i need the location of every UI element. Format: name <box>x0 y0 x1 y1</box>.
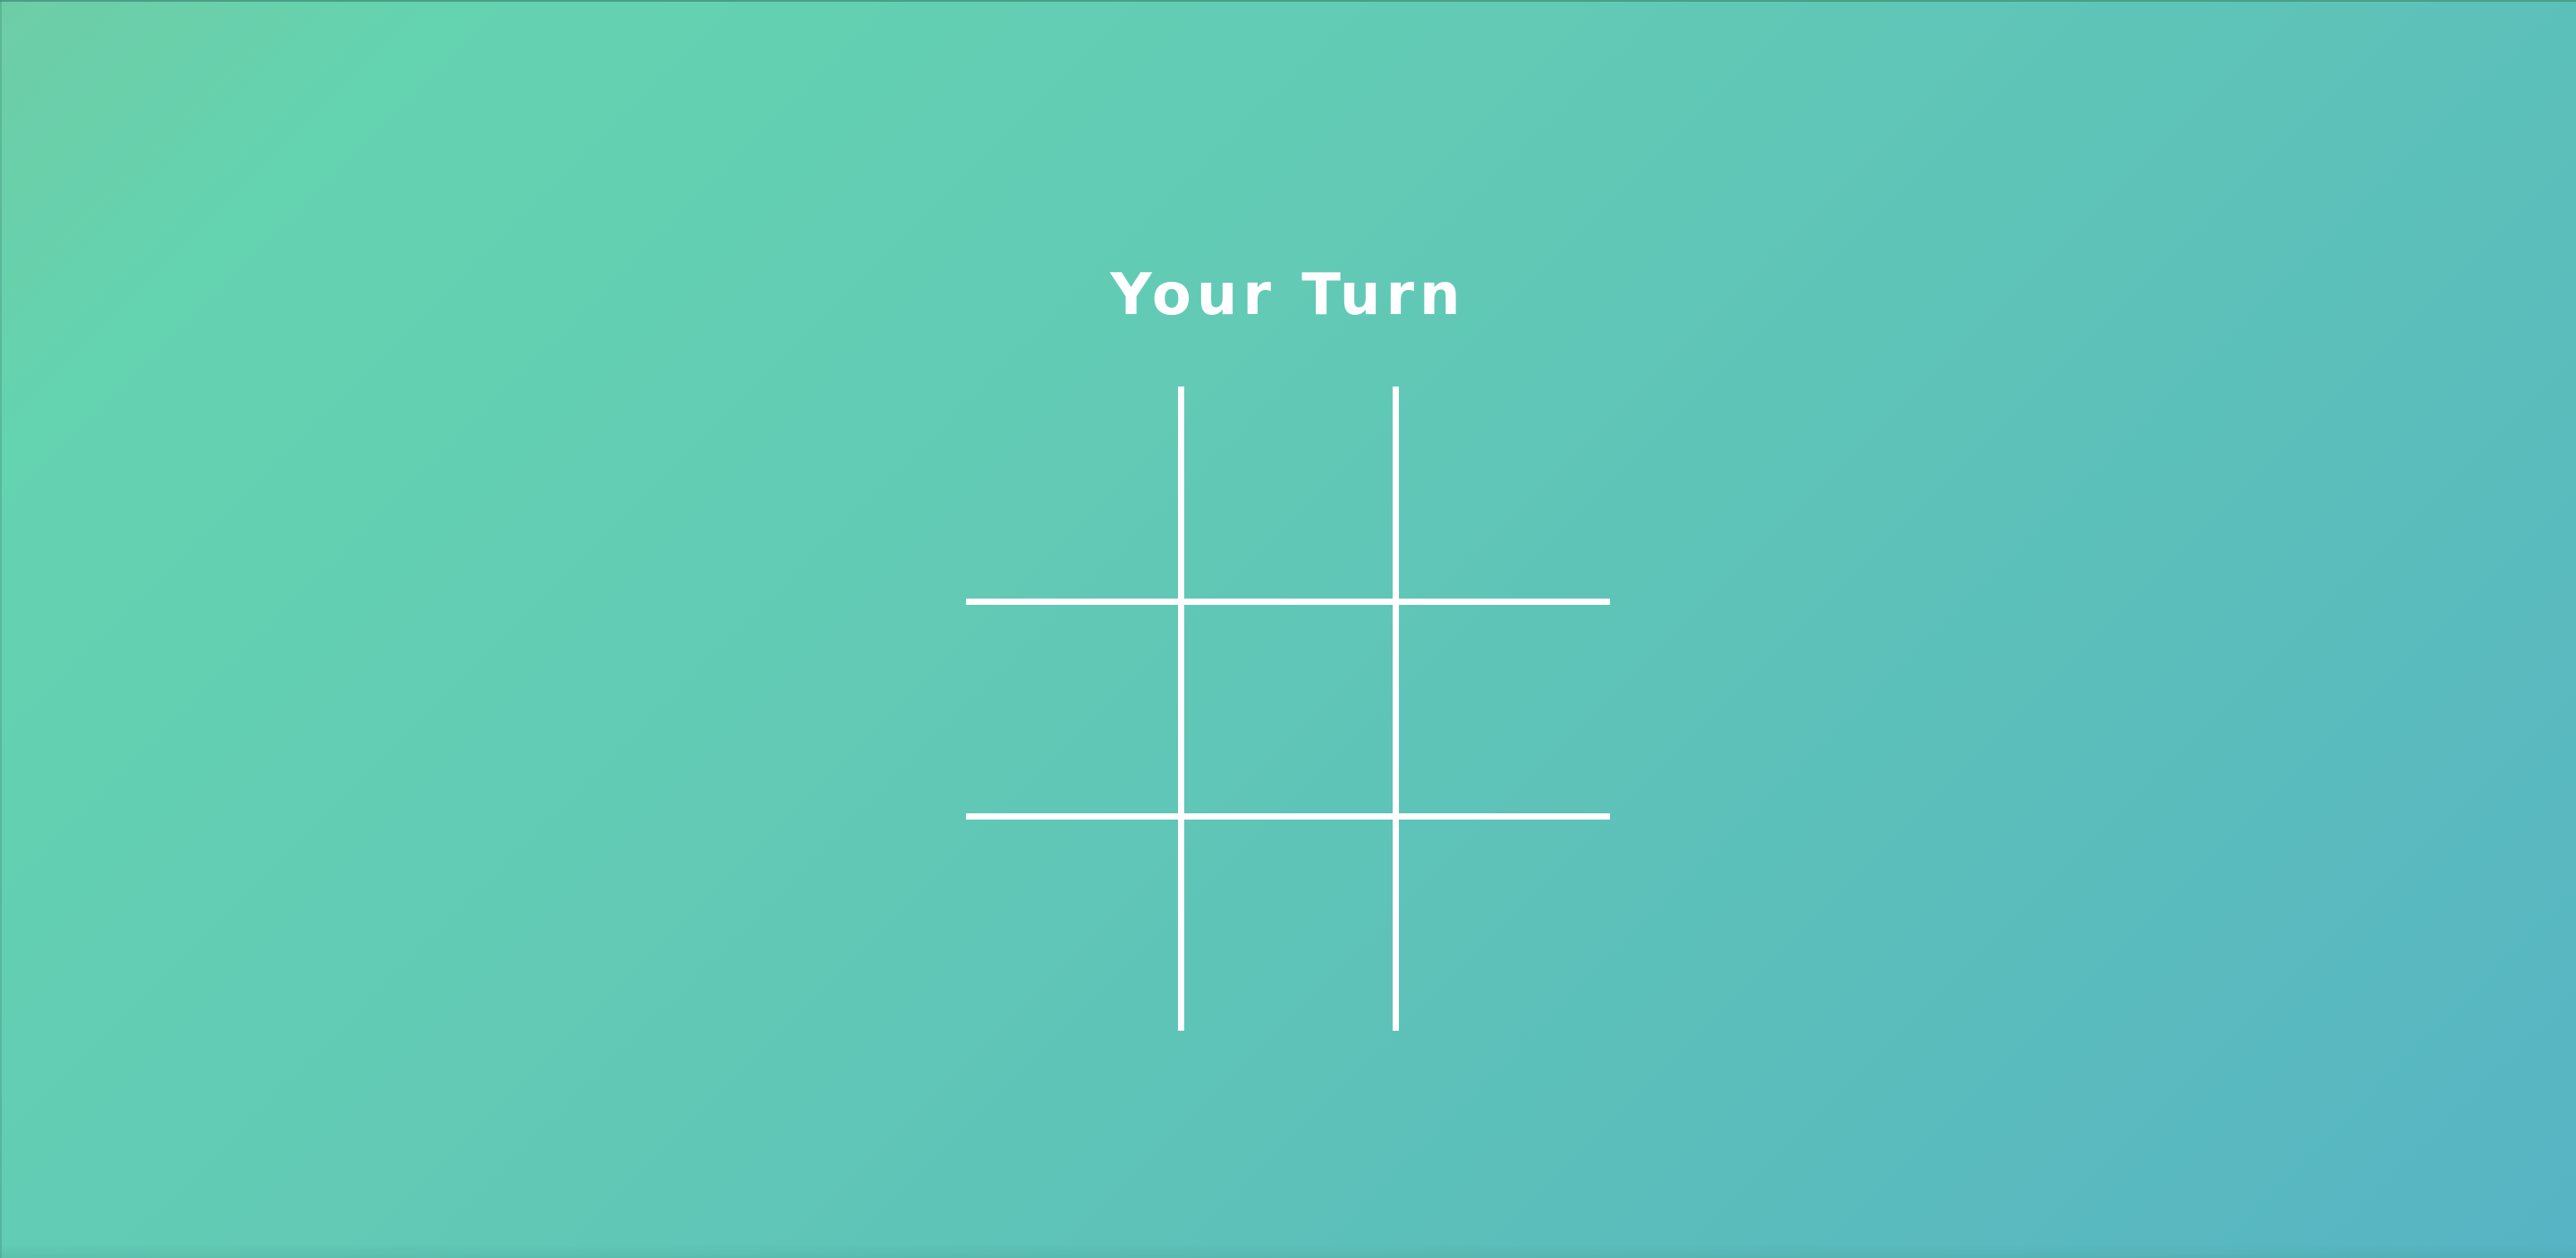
board-cell-3[interactable] <box>1395 387 1610 601</box>
board-cell-6[interactable] <box>1395 601 1610 816</box>
board-cell-7[interactable] <box>966 816 1181 1031</box>
window-left-edge <box>0 0 2 1258</box>
grid-line-horizontal-1 <box>966 599 1610 605</box>
tic-tac-toe-board <box>966 387 1610 1031</box>
grid-line-vertical-1 <box>1178 387 1184 1031</box>
board-cell-2[interactable] <box>1181 387 1395 601</box>
board-cell-4[interactable] <box>966 601 1181 816</box>
grid-line-horizontal-2 <box>966 813 1610 820</box>
board-cell-1[interactable] <box>966 387 1181 601</box>
window-top-edge <box>0 0 2576 2</box>
window-bottom-edge <box>0 1244 2576 1258</box>
turn-status: Your Turn <box>1110 262 1466 328</box>
grid-line-vertical-2 <box>1393 387 1399 1031</box>
board-cell-8[interactable] <box>1181 816 1395 1031</box>
board-cell-5[interactable] <box>1181 601 1395 816</box>
board-cell-9[interactable] <box>1395 816 1610 1031</box>
